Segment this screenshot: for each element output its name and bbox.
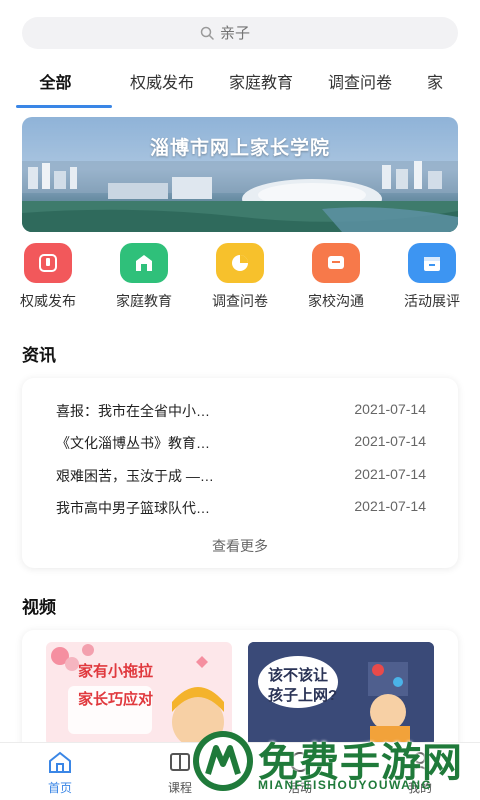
tab-label: 家庭教育 xyxy=(229,75,294,92)
search-bar[interactable] xyxy=(22,17,458,49)
video-caption: 家长巧应对 xyxy=(78,690,153,710)
tab-more[interactable]: 家 xyxy=(409,64,460,110)
tab-authority-release[interactable]: 权威发布 xyxy=(112,64,211,110)
tab-label: 调查问卷 xyxy=(328,75,393,92)
home-icon xyxy=(120,243,168,283)
video-caption-line: 该不该让 xyxy=(268,667,329,684)
tab-label: 家 xyxy=(427,75,444,92)
tabbar-label: 首页 xyxy=(47,781,72,795)
video-caption-line: 孩子上网? xyxy=(268,687,338,704)
news-item[interactable]: 我市高中男子篮球队代… 2021-07-14 xyxy=(56,498,426,518)
news-item[interactable]: 《文化淄博丛书》教育… 2021-07-14 xyxy=(56,433,426,453)
search-input[interactable] xyxy=(220,24,280,42)
quick-link-label: 权威发布 xyxy=(20,293,76,309)
news-date: 2021-07-14 xyxy=(354,401,426,417)
tab-label: 全部 xyxy=(39,75,72,92)
tab-label: 权威发布 xyxy=(130,75,195,92)
quick-link-family-education[interactable]: 家庭教育 xyxy=(96,243,192,311)
watermark-subtext: MIANFEISHOUYOUWANG xyxy=(258,778,433,792)
news-date: 2021-07-14 xyxy=(354,466,426,482)
news-title: 我市高中男子篮球队代… xyxy=(56,500,210,516)
pie-chart-icon xyxy=(216,243,264,283)
banner[interactable]: 淄博市网上家长学院 xyxy=(22,117,458,232)
quick-links: 权威发布 家庭教育 调查问卷 家校沟通 活动展评 xyxy=(0,243,480,313)
quick-link-activity[interactable]: 活动展评 xyxy=(384,243,480,311)
tab-all[interactable]: 全部 xyxy=(0,64,112,110)
search-icon xyxy=(200,26,214,40)
banner-title: 淄博市网上家长学院 xyxy=(149,138,330,159)
quick-link-label: 调查问卷 xyxy=(212,293,268,309)
news-card: 喜报：我市在全省中小… 2021-07-14 《文化淄博丛书》教育… 2021-… xyxy=(22,378,458,568)
news-item[interactable]: 喜报：我市在全省中小… 2021-07-14 xyxy=(56,401,426,421)
quick-link-label: 活动展评 xyxy=(404,293,460,309)
news-title: 《文化淄博丛书》教育… xyxy=(56,435,210,451)
watermark: 免费手游网 MIANFEISHOUYOUWANG xyxy=(178,722,478,800)
chat-icon xyxy=(312,243,360,283)
video-caption: 家有小拖拉 xyxy=(78,662,153,682)
news-section-title: 资讯 xyxy=(22,346,56,365)
video-caption-line: 家有小拖拉 xyxy=(78,663,154,680)
home-icon xyxy=(49,751,71,773)
news-date: 2021-07-14 xyxy=(354,433,426,449)
tab-family-education[interactable]: 家庭教育 xyxy=(211,64,310,110)
quick-link-label: 家校沟通 xyxy=(308,293,364,309)
quick-link-survey[interactable]: 调查问卷 xyxy=(192,243,288,311)
tabbar-home[interactable]: 首页 xyxy=(20,749,100,796)
news-date: 2021-07-14 xyxy=(354,498,426,514)
news-title: 喜报：我市在全省中小… xyxy=(56,403,210,419)
video-caption: 该不该让 孩子上网? xyxy=(268,666,337,706)
video-caption-line: 家长巧应对 xyxy=(78,691,154,708)
tab-survey[interactable]: 调查问卷 xyxy=(310,64,409,110)
calendar-icon xyxy=(408,243,456,283)
category-tabs: 全部 权威发布 家庭教育 调查问卷 家 xyxy=(0,64,480,110)
quick-link-label: 家庭教育 xyxy=(116,293,172,309)
news-title: 艰难困苦，玉汝于成 —… xyxy=(56,468,214,484)
video-section-title: 视频 xyxy=(22,598,56,617)
quick-link-authority-release[interactable]: 权威发布 xyxy=(0,243,96,311)
megaphone-icon xyxy=(24,243,72,283)
news-item[interactable]: 艰难困苦，玉汝于成 —… 2021-07-14 xyxy=(56,466,426,486)
watermark-logo xyxy=(193,731,253,791)
view-more-link[interactable]: 查看更多 xyxy=(22,536,458,556)
quick-link-home-school[interactable]: 家校沟通 xyxy=(288,243,384,311)
